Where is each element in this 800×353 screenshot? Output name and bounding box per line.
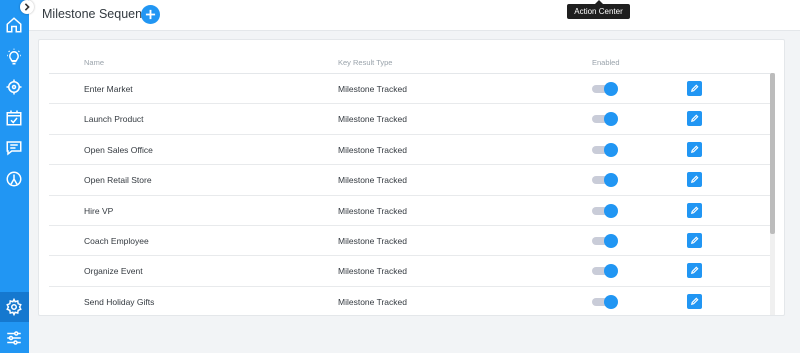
column-header-name: Name bbox=[84, 58, 105, 67]
table-row: Open Retail Store Milestone Tracked bbox=[49, 165, 774, 196]
plus-icon bbox=[145, 9, 156, 20]
row-type: Milestone Tracked bbox=[338, 175, 407, 186]
sidebar bbox=[0, 0, 29, 353]
row-type: Milestone Tracked bbox=[338, 296, 407, 307]
edit-button[interactable] bbox=[687, 263, 702, 279]
enabled-toggle[interactable] bbox=[592, 173, 619, 188]
row-name: Hire VP bbox=[84, 205, 114, 216]
pencil-icon bbox=[690, 84, 699, 93]
row-type: Milestone Tracked bbox=[338, 266, 407, 277]
page-title: Milestone Sequence bbox=[42, 7, 156, 21]
edit-button[interactable] bbox=[687, 232, 702, 248]
home-icon[interactable] bbox=[4, 15, 24, 35]
table-scrollbar[interactable] bbox=[770, 73, 775, 315]
edit-button[interactable] bbox=[687, 202, 702, 218]
action-center-tooltip: Action Center bbox=[567, 0, 630, 19]
table-body: Enter Market Milestone Tracked Launch Pr… bbox=[49, 74, 774, 315]
table-row: Send Holiday Gifts Milestone Tracked bbox=[49, 287, 774, 315]
row-name: Open Sales Office bbox=[84, 144, 153, 155]
column-header-type: Key Result Type bbox=[338, 58, 393, 67]
pencil-icon bbox=[690, 175, 699, 184]
row-type: Milestone Tracked bbox=[338, 235, 407, 246]
pencil-icon bbox=[690, 114, 699, 123]
add-milestone-button[interactable] bbox=[141, 5, 160, 24]
enabled-toggle[interactable] bbox=[592, 82, 619, 96]
column-header-enabled: Enabled bbox=[592, 58, 620, 67]
enabled-toggle[interactable] bbox=[592, 294, 619, 309]
enabled-toggle[interactable] bbox=[592, 233, 619, 248]
edit-button[interactable] bbox=[687, 81, 702, 96]
edit-button[interactable] bbox=[687, 293, 702, 309]
row-name: Organize Event bbox=[84, 266, 143, 277]
chevron-right-icon bbox=[24, 3, 30, 11]
row-type: Milestone Tracked bbox=[338, 205, 407, 216]
pencil-icon bbox=[690, 206, 699, 214]
table-row: Open Sales Office Milestone Tracked bbox=[49, 135, 774, 166]
row-type: Milestone Tracked bbox=[338, 114, 407, 125]
page-header: Milestone Sequence Action Center bbox=[29, 0, 800, 31]
enabled-toggle[interactable] bbox=[592, 264, 619, 279]
lightbulb-icon[interactable] bbox=[4, 47, 24, 67]
calendar-check-icon[interactable] bbox=[4, 108, 24, 128]
milestone-table-card: Name Key Result Type Enabled Enter Marke… bbox=[38, 39, 785, 316]
table-row: Organize Event Milestone Tracked bbox=[49, 256, 774, 287]
edit-button[interactable] bbox=[687, 141, 702, 157]
edit-button[interactable] bbox=[687, 111, 702, 127]
row-name: Open Retail Store bbox=[84, 175, 152, 186]
pencil-icon bbox=[690, 145, 699, 153]
row-name: Enter Market bbox=[84, 84, 133, 94]
enabled-toggle[interactable] bbox=[592, 112, 619, 127]
row-name: Send Holiday Gifts bbox=[84, 296, 155, 307]
pencil-icon bbox=[690, 297, 699, 305]
collapse-sidebar-button[interactable] bbox=[20, 0, 34, 14]
table-header: Name Key Result Type Enabled bbox=[49, 54, 774, 74]
chat-icon[interactable] bbox=[4, 138, 24, 158]
edit-button[interactable] bbox=[687, 172, 702, 188]
row-type: Milestone Tracked bbox=[338, 144, 407, 155]
sliders-icon[interactable] bbox=[4, 328, 24, 348]
row-type: Milestone Tracked bbox=[338, 84, 407, 94]
scrollbar-thumb[interactable] bbox=[770, 73, 775, 234]
enabled-toggle[interactable] bbox=[592, 203, 619, 218]
target-icon[interactable] bbox=[4, 77, 24, 97]
table-row: Launch Product Milestone Tracked bbox=[49, 104, 774, 135]
enabled-toggle[interactable] bbox=[592, 142, 619, 157]
row-name: Launch Product bbox=[84, 114, 144, 125]
table-row: Hire VP Milestone Tracked bbox=[49, 196, 774, 226]
pencil-icon bbox=[690, 266, 699, 275]
table-row: Coach Employee Milestone Tracked bbox=[49, 226, 774, 257]
table-row: Enter Market Milestone Tracked bbox=[49, 74, 774, 105]
pencil-icon bbox=[690, 236, 699, 244]
gauge-icon[interactable] bbox=[4, 169, 24, 189]
row-name: Coach Employee bbox=[84, 235, 149, 246]
gear-icon[interactable] bbox=[4, 297, 24, 317]
